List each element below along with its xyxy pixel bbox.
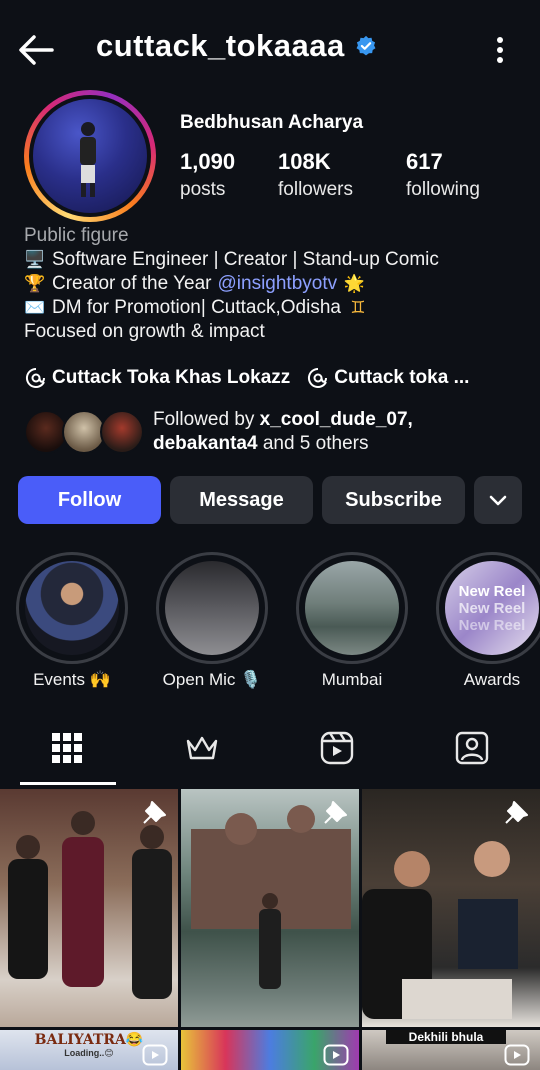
mutual-user-1: x_cool_dude_07, <box>259 409 413 430</box>
followers-count: 108K <box>278 149 331 174</box>
post-caption-dekhili: Dekhili bhula <box>386 1030 506 1044</box>
category-label: Public figure <box>24 225 129 246</box>
message-button[interactable]: Message <box>170 476 313 524</box>
more-options-icon[interactable] <box>496 36 504 64</box>
highlight-label-events: Events 🙌 <box>33 670 111 689</box>
avatar-photo <box>33 99 147 213</box>
link-label-1: Cuttack Toka Khas Lokazz <box>52 367 291 388</box>
link-channel-2[interactable]: Cuttack toka ... <box>306 366 469 390</box>
subscribe-button[interactable]: Subscribe <box>322 476 465 524</box>
followed-by-suffix: and 5 others <box>257 433 369 454</box>
bio-text-3: DM for Promotion| Cuttack,Odisha <box>52 297 341 318</box>
followers-label: followers <box>278 179 353 200</box>
gemini-icon: ♊ <box>350 298 366 317</box>
bio-line-3: ✉️ DM for Promotion| Cuttack,Odisha ♊ <box>24 296 524 320</box>
post-thumbnail[interactable] <box>362 789 540 1027</box>
star-icon: 🌟 <box>343 274 365 293</box>
bio-text-2: Creator of the Year <box>52 273 212 294</box>
highlight-cover-open-mic <box>165 561 259 655</box>
post-thumbnail[interactable]: BALIYATRA😂 Loading..😊 <box>0 1030 178 1070</box>
threads-icon <box>308 367 328 388</box>
computer-icon: 🖥️ <box>24 250 46 269</box>
link-channel-1[interactable]: Cuttack Toka Khas Lokazz <box>24 366 290 390</box>
suggested-accounts-button[interactable] <box>474 476 522 524</box>
awards-cover-text-2: New Reel <box>458 599 526 617</box>
avatar-figure <box>80 122 96 197</box>
post-thumbnail[interactable] <box>181 789 359 1027</box>
bio-line-1: 🖥️ Software Engineer | Creator | Stand-u… <box>24 248 524 272</box>
post-thumbnail[interactable] <box>0 789 178 1027</box>
verified-badge-icon <box>356 35 376 56</box>
post-thumbnail[interactable]: Dekhili bhula <box>362 1030 540 1070</box>
profile-username: cuttack_tokaaaa <box>96 28 377 64</box>
bio-text-1: Software Engineer | Creator | Stand-up C… <box>52 249 439 270</box>
reel-play-icon <box>323 1044 349 1066</box>
display-name: Bedbhusan Acharya <box>180 112 364 133</box>
following-label: following <box>406 179 480 200</box>
crown-icon[interactable] <box>184 730 220 766</box>
pin-icon <box>324 801 347 824</box>
posts-label: posts <box>180 179 226 200</box>
story-highlights: Events 🙌 Open Mic 🎙️ Mumbai New Reel New… <box>0 552 540 692</box>
pin-icon <box>143 801 166 824</box>
profile-avatar[interactable] <box>24 90 156 222</box>
highlight-label-mumbai: Mumbai <box>321 670 383 689</box>
pin-icon <box>505 801 528 824</box>
active-tab-indicator <box>20 782 116 785</box>
highlight-events[interactable]: Events 🙌 <box>16 552 128 690</box>
followers-stat[interactable]: 108K followers <box>278 148 353 204</box>
following-stat[interactable]: 617 following <box>406 148 480 204</box>
follow-button[interactable]: Follow <box>18 476 161 524</box>
post-grid: BALIYATRA😂 Loading..😊 Dekhili bhula <box>0 789 540 1070</box>
profile-actions: Follow Message Subscribe <box>18 476 524 524</box>
mutual-avatar-3 <box>100 410 144 454</box>
following-count: 617 <box>406 149 443 174</box>
followed-by-text: Followed by x_cool_dude_07, debakanta4 a… <box>153 408 413 456</box>
mutual-user-2: debakanta4 <box>153 433 258 454</box>
chevron-down-icon <box>489 495 507 506</box>
post-thumbnail[interactable] <box>181 1030 359 1070</box>
highlight-cover-events <box>25 561 119 655</box>
mention-link[interactable]: @insightbyotv <box>218 272 338 296</box>
back-arrow-icon[interactable] <box>16 30 56 70</box>
reel-play-icon <box>504 1044 530 1066</box>
top-bar: cuttack_tokaaaa <box>0 0 540 100</box>
link-label-2: Cuttack toka ... <box>334 367 470 388</box>
highlight-awards[interactable]: New Reel New Reel New Reel Awards <box>436 552 540 690</box>
highlight-cover-mumbai <box>305 561 399 655</box>
posts-count: 1,090 <box>180 149 236 174</box>
followed-by-prefix: Followed by <box>153 409 260 430</box>
highlight-open-mic[interactable]: Open Mic 🎙️ <box>156 552 268 690</box>
profile-tabs <box>0 716 540 786</box>
posts-stat[interactable]: 1,090 posts <box>180 148 235 204</box>
highlight-label-awards: Awards <box>463 670 521 689</box>
username-text: cuttack_tokaaaa <box>96 28 345 63</box>
awards-cover-text-1: New Reel <box>458 582 526 600</box>
reels-icon[interactable] <box>319 730 355 766</box>
highlight-cover-awards: New Reel New Reel New Reel <box>445 561 539 655</box>
envelope-icon: ✉️ <box>24 298 46 317</box>
highlight-label-open-mic: Open Mic 🎙️ <box>162 670 262 689</box>
mutual-followers[interactable]: Followed by x_cool_dude_07, debakanta4 a… <box>24 406 524 462</box>
awards-cover-text-3: New Reel <box>458 616 526 634</box>
grid-icon[interactable] <box>49 730 85 766</box>
threads-icon <box>25 367 45 388</box>
highlight-mumbai[interactable]: Mumbai <box>296 552 408 690</box>
tagged-icon[interactable] <box>454 730 490 766</box>
profile-links: Cuttack Toka Khas Lokazz Cuttack toka ..… <box>24 366 524 390</box>
reel-play-icon <box>142 1044 168 1066</box>
profile-bio: Public figure 🖥️ Software Engineer | Cre… <box>24 224 524 344</box>
bio-text-4: Focused on growth & impact <box>24 321 265 342</box>
trophy-icon: 🏆 <box>24 274 46 293</box>
bio-line-2: 🏆 Creator of the Year @insightbyotv 🌟 <box>24 272 524 296</box>
